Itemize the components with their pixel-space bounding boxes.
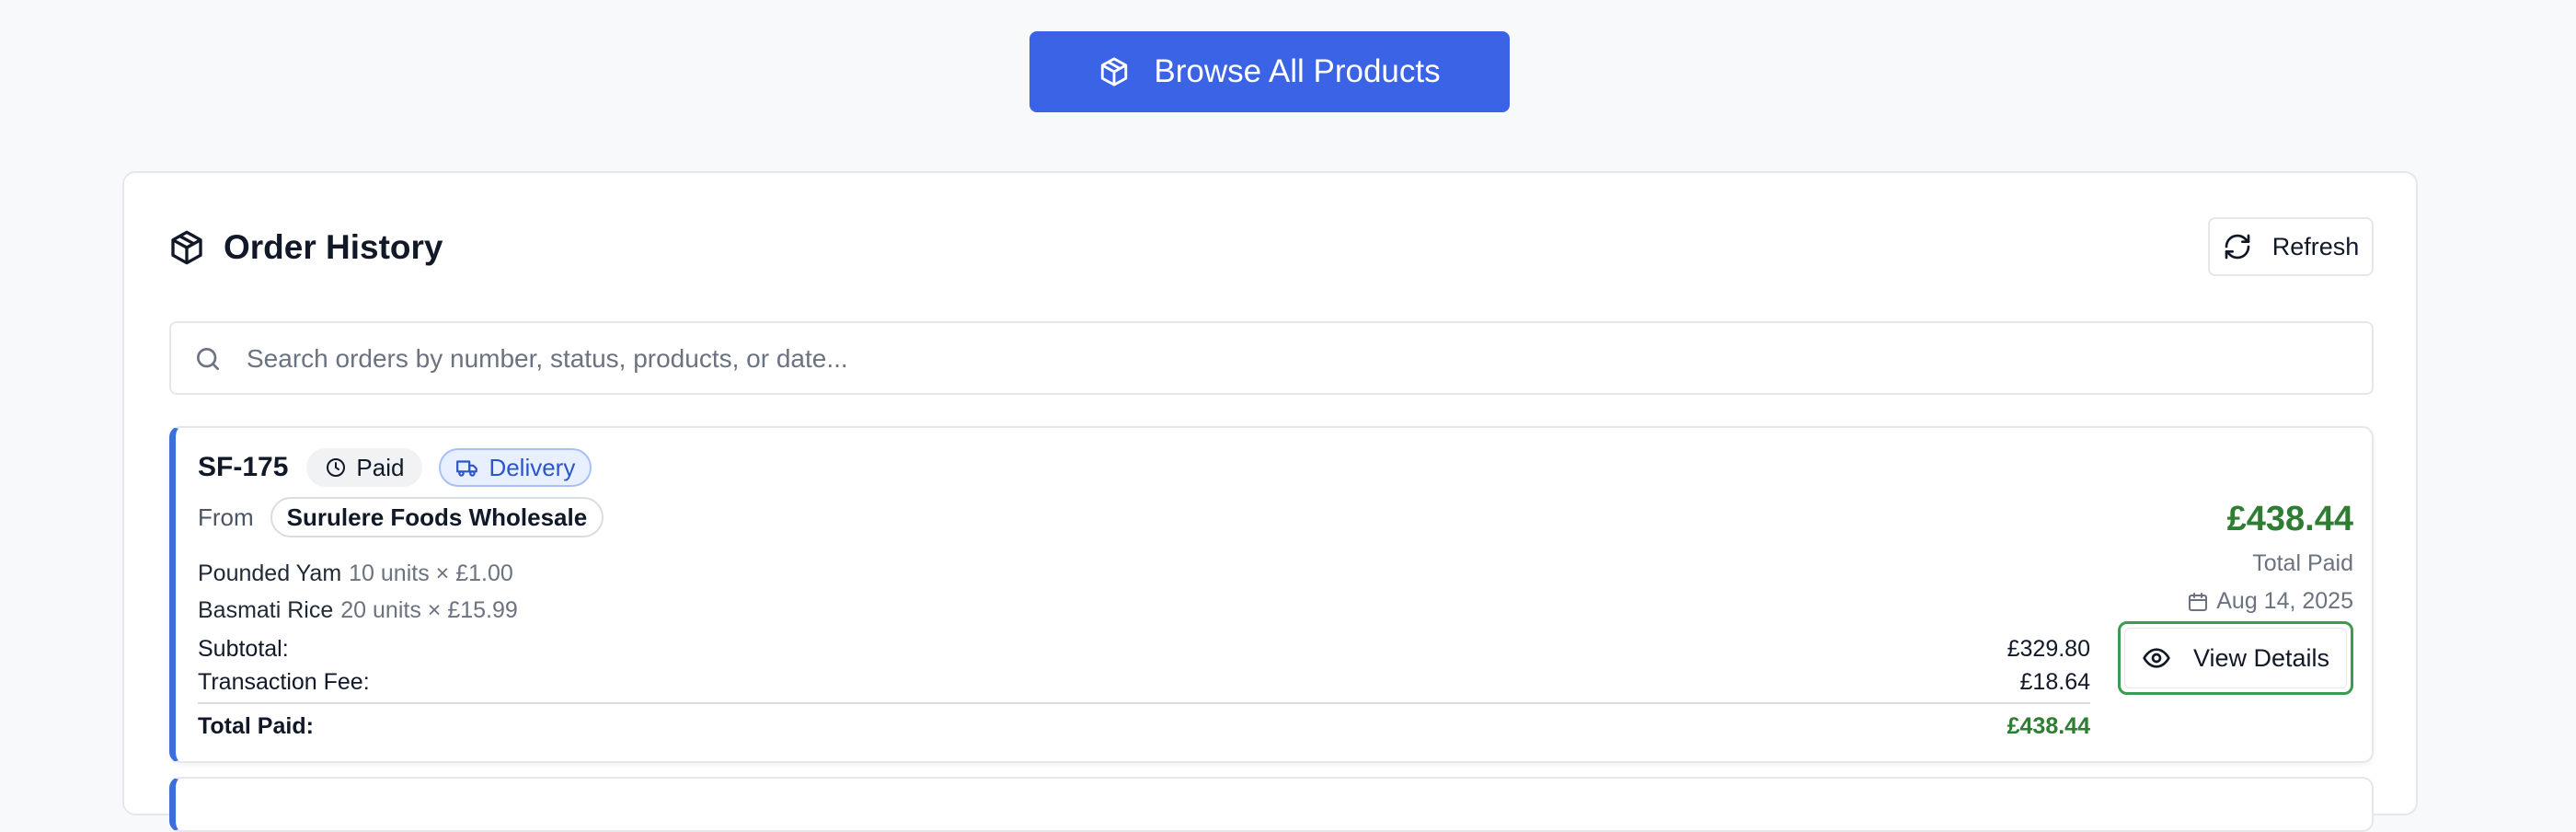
total-price: £438.44 <box>2226 500 2353 538</box>
page-title: Order History <box>224 228 443 266</box>
fee-value: £18.64 <box>2019 668 2090 695</box>
order-summary: £438.44 Total Paid Aug 14, 2025 <box>2187 500 2353 615</box>
view-details-label: View Details <box>2192 643 2330 672</box>
item-quantity: 10 units × £1.00 <box>349 560 513 586</box>
total-price-caption: Total Paid <box>2252 550 2353 576</box>
order-date: Aug 14, 2025 <box>2187 588 2353 615</box>
item-name: Basmati Rice <box>198 596 334 623</box>
truck-icon <box>456 460 478 477</box>
subtotal-value: £329.80 <box>2007 635 2090 662</box>
item-name: Pounded Yam <box>198 560 342 586</box>
item-quantity: 20 units × £15.99 <box>340 596 518 623</box>
eye-icon <box>2143 648 2170 668</box>
delivery-label: Delivery <box>489 453 576 481</box>
status-label: Paid <box>356 453 405 481</box>
delivery-badge: Delivery <box>439 448 592 487</box>
vendor-badge: Surulere Foods Wholesale <box>270 497 604 537</box>
subtotal-row: Subtotal: £329.80 <box>198 632 2090 665</box>
refresh-label: Refresh <box>2271 232 2360 260</box>
fee-label: Transaction Fee: <box>198 668 370 695</box>
order-date-text: Aug 14, 2025 <box>2216 588 2353 614</box>
order-card <box>169 777 2374 832</box>
order-header: SF-175 Paid Delivery <box>198 448 592 487</box>
search-box <box>169 321 2374 395</box>
order-card: SF-175 Paid Delivery From Surulere Foods… <box>169 426 2374 763</box>
from-label: From <box>198 503 254 531</box>
vendor-row: From Surulere Foods Wholesale <box>198 497 604 537</box>
search-icon <box>197 348 219 370</box>
search-input[interactable] <box>245 323 2355 395</box>
fee-row: Transaction Fee: £18.64 <box>198 665 2090 699</box>
list-item: Basmati Rice 20 units × £15.99 <box>198 592 518 629</box>
total-label: Total Paid: <box>198 712 314 739</box>
status-badge: Paid <box>306 448 423 487</box>
order-history-panel: Order History Refresh SF-175 Paid Delive… <box>122 171 2418 832</box>
list-item: Pounded Yam 10 units × £1.00 <box>198 555 518 592</box>
clock-icon <box>327 458 346 477</box>
package-icon <box>171 230 202 265</box>
refresh-button[interactable]: Refresh <box>2208 217 2374 276</box>
browse-all-products-label: Browse All Products <box>1154 53 1441 89</box>
panel-header: Order History <box>168 228 443 267</box>
view-details-button[interactable]: View Details <box>2118 621 2353 695</box>
total-value: £438.44 <box>2007 712 2090 739</box>
browse-all-products-button[interactable]: Browse All Products <box>1029 31 1510 112</box>
refresh-icon <box>2225 234 2250 260</box>
order-items: Pounded Yam 10 units × £1.00 Basmati Ric… <box>198 555 518 629</box>
calendar-icon <box>2189 592 2208 611</box>
subtotal-label: Subtotal: <box>198 635 289 662</box>
order-totals: Subtotal: £329.80 Transaction Fee: £18.6… <box>198 632 2090 748</box>
total-row: Total Paid: £438.44 <box>198 702 2090 748</box>
package-icon <box>1101 57 1128 87</box>
order-number: SF-175 <box>198 452 289 482</box>
